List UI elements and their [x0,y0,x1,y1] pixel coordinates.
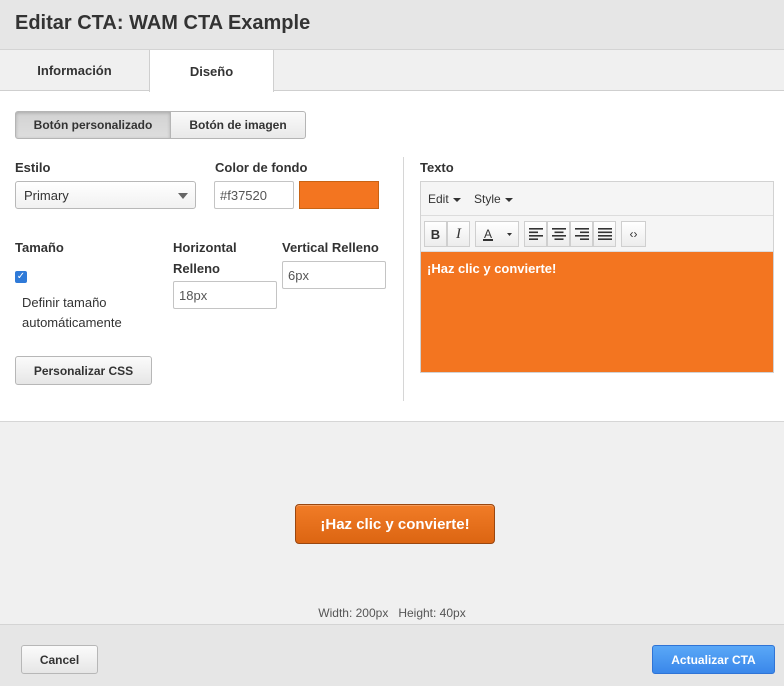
cta-dimensions: Width: 200px Height: 40px [318,606,466,620]
menu-style-label: Style [474,192,501,206]
dialog-title: Editar CTA: WAM CTA Example [15,12,311,34]
tab-informacion[interactable]: Información [0,50,149,91]
style-select[interactable]: Primary [15,181,196,209]
align-justify-icon[interactable] [593,221,616,247]
font-color-glyph: A [483,227,512,241]
editor-content-area[interactable]: ¡Haz clic y convierte! [421,252,773,372]
chevron-down-icon [178,193,188,199]
text-label: Texto [420,160,454,175]
vertical-padding-label: Vertical Relleno [282,240,379,255]
custom-css-button[interactable]: Personalizar CSS [15,356,152,385]
caret-down-icon [452,197,461,202]
column-divider [403,157,404,401]
size-label: Tamaño [15,240,64,255]
editor-toolbar: B I A ‹› [421,216,773,252]
background-color-label: Color de fondo [215,160,308,175]
dialog-header: Editar CTA: WAM CTA Example [0,0,784,50]
horizontal-padding-label-line1: Horizontal [173,240,237,255]
style-label: Estilo [15,160,51,175]
horizontal-padding-label-line2: Relleno [173,261,220,276]
rich-text-editor: Edit Style B I A ‹› ¡Haz clic y conviert… [420,181,774,373]
checkmark-icon: ✓ [16,271,26,282]
auto-size-label-line2: automáticamente [22,315,122,330]
align-left-icon[interactable] [524,221,547,247]
cta-preview-area: ¡Haz clic y convierte! Width: 200px Heig… [0,421,784,624]
auto-size-label-line1: Definir tamaño [22,295,107,310]
vertical-padding-input[interactable] [282,261,386,289]
align-right-icon[interactable] [570,221,593,247]
background-color-swatch[interactable] [299,181,379,209]
editor-menubar: Edit Style [421,182,773,216]
source-code-icon[interactable]: ‹› [621,221,646,247]
caret-down-icon [504,197,513,202]
auto-size-checkbox[interactable]: ✓ [15,271,27,283]
style-select-value: Primary [24,188,69,203]
custom-button-toggle[interactable]: Botón personalizado [15,111,171,139]
bold-icon[interactable]: B [424,221,447,247]
image-button-toggle[interactable]: Botón de imagen [170,111,306,139]
tab-diseno[interactable]: Diseño [149,50,274,92]
menu-style[interactable]: Style [474,192,513,206]
cta-preview-button[interactable]: ¡Haz clic y convierte! [295,504,495,544]
menu-edit[interactable]: Edit [428,192,461,206]
font-color-icon[interactable]: A [475,221,519,247]
italic-icon[interactable]: I [447,221,470,247]
align-center-icon[interactable] [547,221,570,247]
cancel-button[interactable]: Cancel [21,645,98,674]
editor-content-text: ¡Haz clic y convierte! [427,261,557,276]
tab-bar: Información Diseño [0,50,784,92]
background-color-input[interactable] [214,181,294,209]
horizontal-padding-input[interactable] [173,281,277,309]
svg-text:A: A [484,227,492,241]
update-cta-button[interactable]: Actualizar CTA [652,645,775,674]
dialog-footer: Cancel Actualizar CTA [0,624,784,686]
menu-edit-label: Edit [428,192,449,206]
